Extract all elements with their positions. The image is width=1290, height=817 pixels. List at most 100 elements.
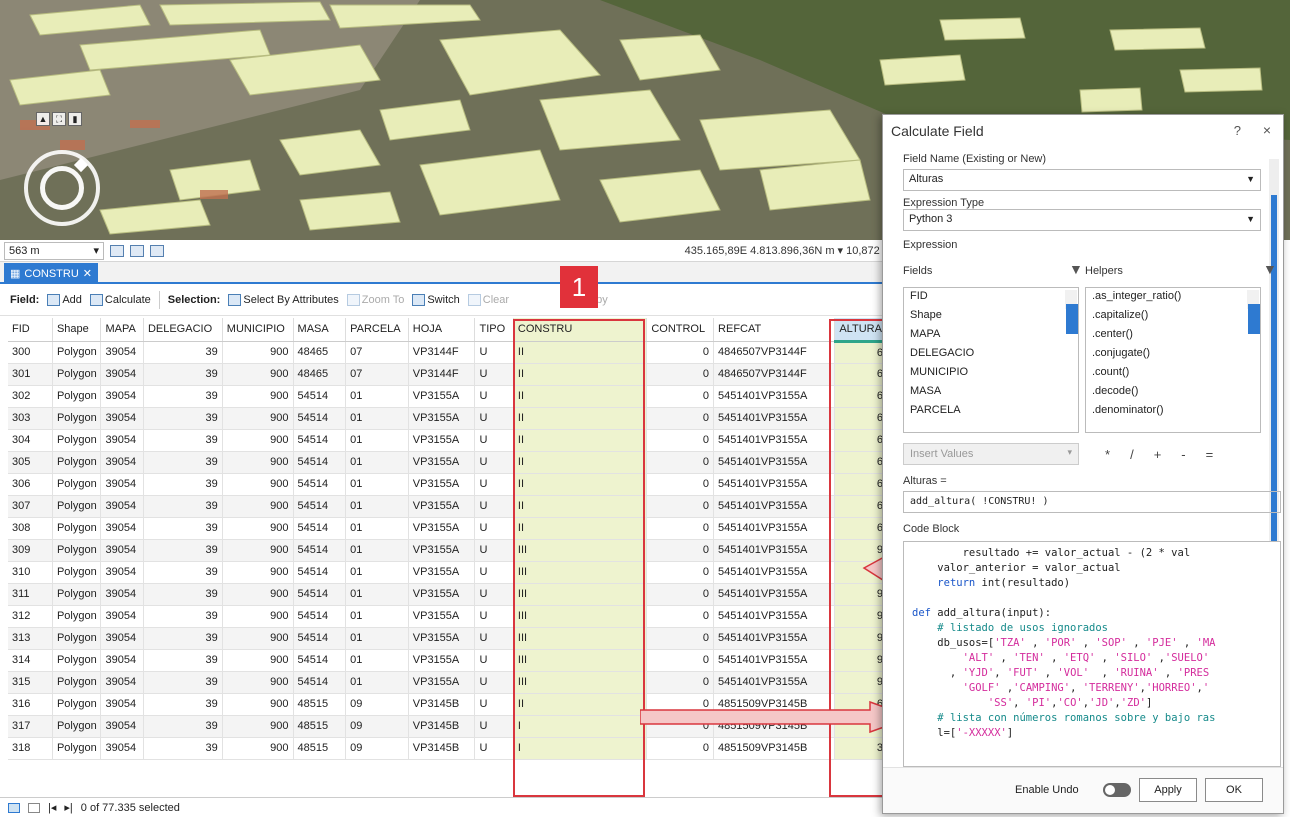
cell-mapa[interactable]: 39054 (100, 561, 144, 584)
cell-refcat[interactable]: 5451401VP3155A (713, 539, 836, 562)
cell-delegacio[interactable]: 39 (143, 451, 223, 474)
cell-masa[interactable]: 54514 (293, 561, 347, 584)
cell-mapa[interactable]: 39054 (100, 495, 144, 518)
cell-municipio[interactable]: 900 (222, 649, 294, 672)
cell-control[interactable]: 0 (646, 561, 715, 584)
cell-municipio[interactable]: 900 (222, 451, 294, 474)
cell-municipio[interactable]: 900 (222, 539, 294, 562)
cell-shape[interactable]: Polygon (52, 429, 102, 452)
cell-parcela[interactable]: 01 (345, 473, 409, 496)
expression-input[interactable]: add_altura( !CONSTRU! ) (903, 491, 1281, 513)
cell-tipo[interactable]: U (474, 737, 514, 760)
cell-masa[interactable]: 54514 (293, 473, 347, 496)
operator-button[interactable]: * (1105, 447, 1110, 462)
enable-undo-toggle[interactable] (1103, 783, 1131, 797)
cell-mapa[interactable]: 39054 (100, 429, 144, 452)
chevron-down-icon[interactable]: ▾ (838, 245, 847, 257)
cell-municipio[interactable]: 900 (222, 737, 294, 760)
cell-mapa[interactable]: 39054 (100, 473, 144, 496)
cell-parcela[interactable]: 07 (345, 341, 409, 364)
table-view-icon[interactable] (8, 802, 20, 813)
helper-list-item[interactable]: .denominator() (1086, 402, 1260, 421)
cell-mapa[interactable]: 39054 (100, 539, 144, 562)
cell-control[interactable]: 0 (646, 627, 715, 650)
column-header-masa[interactable]: MASA (293, 318, 347, 342)
cell-parcela[interactable]: 01 (345, 561, 409, 584)
operator-button[interactable]: / (1130, 447, 1134, 462)
cell-shape[interactable]: Polygon (52, 583, 102, 606)
cell-delegacio[interactable]: 39 (143, 737, 223, 760)
field-list-item[interactable]: PARCELA (904, 402, 1078, 421)
cell-mapa[interactable]: 39054 (100, 737, 144, 760)
cell-fid[interactable]: 304 (8, 429, 53, 452)
cell-hoja[interactable]: VP3155A (408, 407, 476, 430)
cell-hoja[interactable]: VP3155A (408, 561, 476, 584)
cell-fid[interactable]: 312 (8, 605, 53, 628)
add-field-button[interactable]: Add (47, 293, 82, 306)
cell-control[interactable]: 0 (646, 605, 715, 628)
select-by-attributes-button[interactable]: Select By Attributes (228, 293, 339, 306)
cell-tipo[interactable]: U (474, 583, 514, 606)
cell-fid[interactable]: 317 (8, 715, 53, 738)
cell-masa[interactable]: 48515 (293, 715, 347, 738)
cell-masa[interactable]: 54514 (293, 495, 347, 518)
cell-municipio[interactable]: 900 (222, 605, 294, 628)
cell-delegacio[interactable]: 39 (143, 583, 223, 606)
cell-masa[interactable]: 54514 (293, 429, 347, 452)
cell-tipo[interactable]: U (474, 693, 514, 716)
cell-shape[interactable]: Polygon (52, 715, 102, 738)
cell-masa[interactable]: 54514 (293, 407, 347, 430)
cell-delegacio[interactable]: 39 (143, 715, 223, 738)
cell-fid[interactable]: 316 (8, 693, 53, 716)
cell-masa[interactable]: 54514 (293, 517, 347, 540)
cell-refcat[interactable]: 4851509VP3145B (713, 737, 836, 760)
cell-control[interactable]: 0 (646, 583, 715, 606)
table-row[interactable]: 308 Polygon 39054 39 900 54514 01 VP3155A U II 0 54… (8, 517, 888, 540)
cell-hoja[interactable]: VP3145B (408, 715, 476, 738)
cell-parcela[interactable]: 01 (345, 451, 409, 474)
cell-refcat[interactable]: 4846507VP3144F (713, 341, 836, 364)
cell-parcela[interactable]: 01 (345, 385, 409, 408)
table-row[interactable]: 307 Polygon 39054 39 900 54514 01 VP3155A U II 0 54… (8, 495, 888, 518)
map-control-2[interactable]: ⛶ (52, 112, 66, 126)
navigator-compass-icon[interactable] (24, 150, 100, 226)
cell-delegacio[interactable]: 39 (143, 561, 223, 584)
cell-control[interactable]: 0 (646, 671, 715, 694)
cell-control[interactable]: 0 (646, 517, 715, 540)
first-record-icon[interactable]: |◂ (48, 801, 56, 814)
cell-municipio[interactable]: 900 (222, 429, 294, 452)
cell-shape[interactable]: Polygon (52, 693, 102, 716)
grid-icon[interactable] (110, 244, 124, 257)
cell-tipo[interactable]: U (474, 671, 514, 694)
code-block-editor[interactable]: resultado += valor_actual - (2 * val val… (903, 541, 1281, 767)
cell-parcela[interactable]: 01 (345, 649, 409, 672)
cell-control[interactable]: 0 (646, 473, 715, 496)
cell-masa[interactable]: 54514 (293, 671, 347, 694)
cell-control[interactable]: 0 (646, 451, 715, 474)
cell-tipo[interactable]: U (474, 407, 514, 430)
cell-mapa[interactable]: 39054 (100, 649, 144, 672)
cell-tipo[interactable]: U (474, 451, 514, 474)
cell-hoja[interactable]: VP3144F (408, 363, 476, 386)
cell-hoja[interactable]: VP3145B (408, 693, 476, 716)
table-row[interactable]: 318 Polygon 39054 39 900 48515 09 VP3145B U I 0 485… (8, 737, 888, 760)
cell-control[interactable]: 0 (646, 429, 715, 452)
column-header-mapa[interactable]: MAPA (100, 318, 144, 342)
cell-parcela[interactable]: 01 (345, 671, 409, 694)
table-row[interactable]: 311 Polygon 39054 39 900 54514 01 VP3155A U III 0 5… (8, 583, 888, 606)
scale-dropdown[interactable]: 563 m ▾ (4, 241, 104, 260)
cell-municipio[interactable]: 900 (222, 671, 294, 694)
helper-list-item[interactable]: .conjugate() (1086, 345, 1260, 364)
cell-municipio[interactable]: 900 (222, 495, 294, 518)
cell-fid[interactable]: 302 (8, 385, 53, 408)
snapping-icon[interactable] (130, 244, 144, 257)
cell-control[interactable]: 0 (646, 407, 715, 430)
cell-fid[interactable]: 307 (8, 495, 53, 518)
map-control-1[interactable]: ▲ (36, 112, 50, 126)
cell-hoja[interactable]: VP3155A (408, 495, 476, 518)
cell-control[interactable]: 0 (646, 363, 715, 386)
field-name-select[interactable]: Alturas ▼ (903, 169, 1261, 191)
cell-municipio[interactable]: 900 (222, 341, 294, 364)
cell-parcela[interactable]: 09 (345, 737, 409, 760)
cell-delegacio[interactable]: 39 (143, 517, 223, 540)
